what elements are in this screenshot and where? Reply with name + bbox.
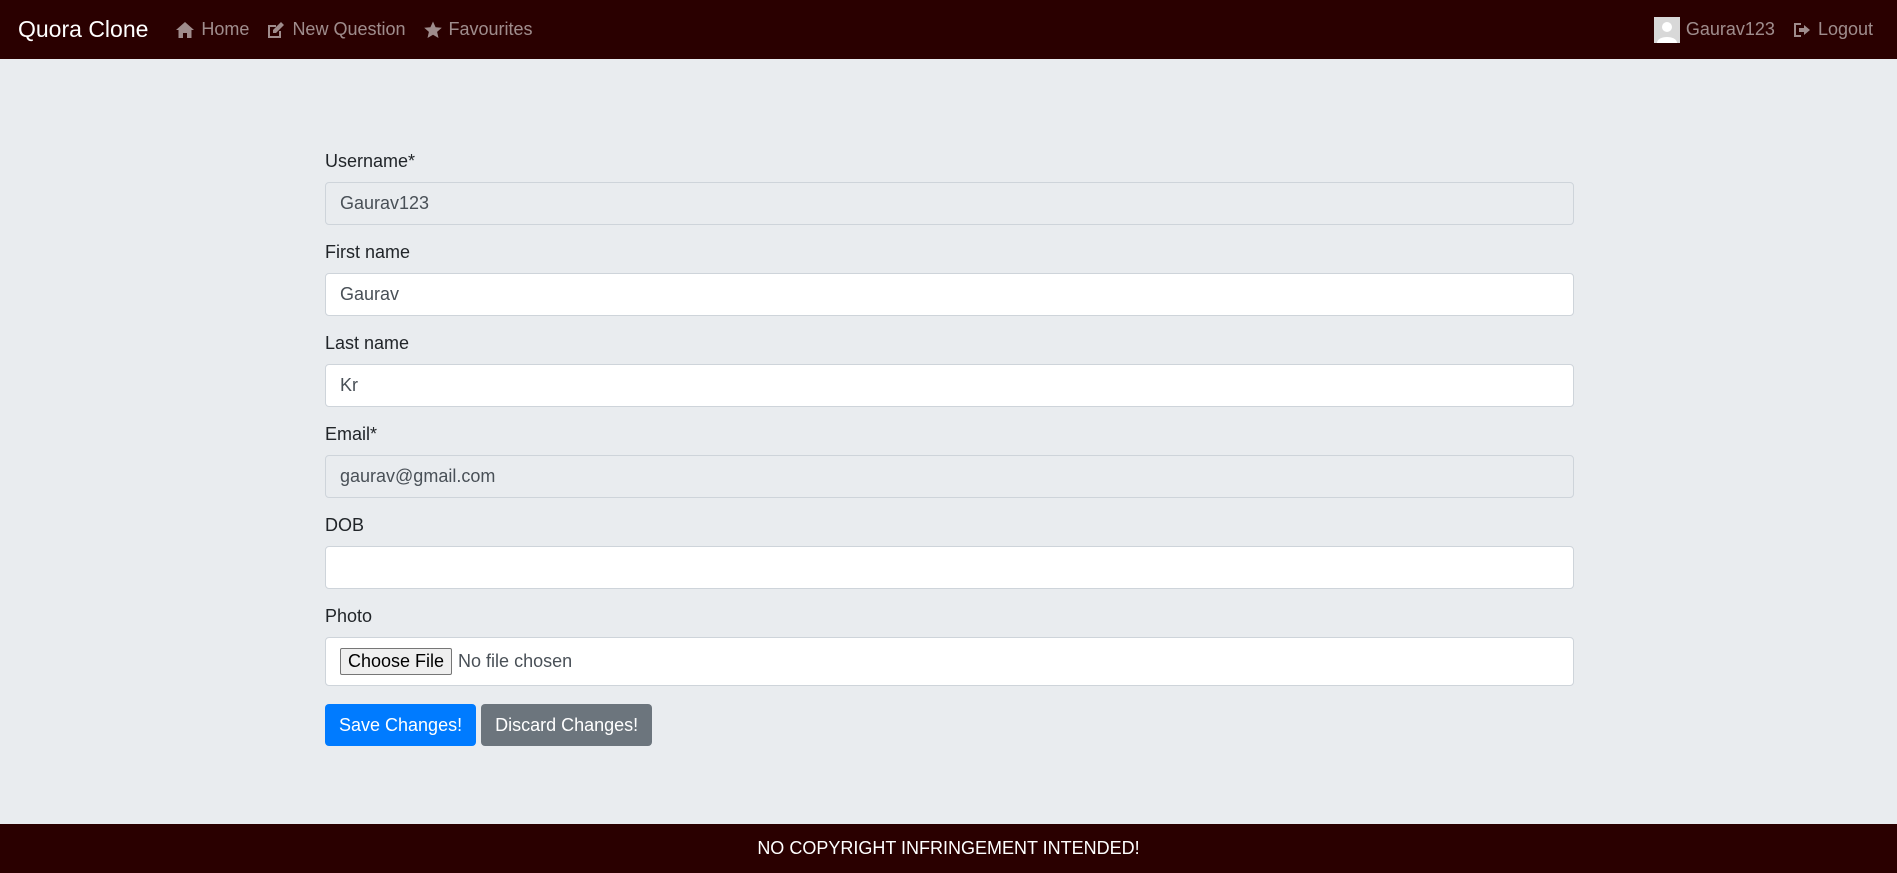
nav-logout-link[interactable]: Logout <box>1792 19 1873 40</box>
sign-out-icon <box>1793 22 1810 37</box>
form-actions: Save Changes! Discard Changes! <box>325 704 1574 746</box>
last-name-label: Last name <box>325 333 410 353</box>
first-name-group: First name Gaurav <box>325 241 1574 316</box>
nav-username-label: Gaurav123 <box>1685 19 1775 39</box>
page-footer: NO COPYRIGHT INFRINGEMENT INTENDED! <box>0 824 1897 873</box>
username-value: Gaurav123 <box>340 193 430 213</box>
nav-new-question-label: New Question <box>292 19 406 39</box>
email-label: Email* <box>325 424 378 444</box>
choose-file-button[interactable]: Choose File <box>340 648 453 675</box>
nav-new-question-link[interactable]: New Question <box>266 19 406 40</box>
save-changes-button[interactable]: Save Changes! <box>325 704 477 746</box>
email-field: gaurav@gmail.com <box>325 455 1574 498</box>
edit-icon <box>268 21 285 38</box>
nav-user-area: Gaurav123 Logout <box>1653 16 1879 43</box>
last-name-group: Last name Kr <box>325 332 1574 407</box>
last-name-field[interactable]: Kr <box>325 364 1574 407</box>
footer-text: NO COPYRIGHT INFRINGEMENT INTENDED! <box>757 838 1140 858</box>
nav-favourites-label: Favourites <box>448 19 533 39</box>
photo-group: Photo Choose File No file chosen <box>325 605 1574 686</box>
first-name-value: Gaurav <box>340 284 400 304</box>
first-name-field[interactable]: Gaurav <box>325 273 1574 316</box>
profile-form: Username* Gaurav123 First name Gaurav La… <box>325 150 1574 746</box>
nav-links: Home New Question Favourites <box>175 19 549 40</box>
username-group: Username* Gaurav123 <box>325 150 1574 225</box>
username-field: Gaurav123 <box>325 182 1574 225</box>
last-name-value: Kr <box>340 375 358 395</box>
avatar <box>1653 16 1680 43</box>
home-icon <box>176 21 195 38</box>
dob-label: DOB <box>325 515 365 535</box>
photo-label: Photo <box>325 606 373 626</box>
discard-changes-button[interactable]: Discard Changes! <box>481 704 653 746</box>
star-icon <box>423 21 442 38</box>
nav-logout-label: Logout <box>1817 19 1873 39</box>
brand-logo[interactable]: Quora Clone <box>18 16 148 43</box>
nav-profile-link[interactable]: Gaurav123 <box>1653 16 1775 43</box>
email-group: Email* gaurav@gmail.com <box>325 423 1574 498</box>
username-label: Username* <box>325 151 416 171</box>
dob-field[interactable] <box>325 546 1574 589</box>
dob-group: DOB <box>325 514 1574 589</box>
top-navbar: Quora Clone Home New Question Favourites… <box>0 0 1897 59</box>
nav-home-label: Home <box>201 19 250 39</box>
file-status-text: No file chosen <box>458 651 573 671</box>
email-value: gaurav@gmail.com <box>340 466 496 486</box>
nav-favourites-link[interactable]: Favourites <box>423 19 533 40</box>
nav-home-link[interactable]: Home <box>175 19 249 40</box>
first-name-label: First name <box>325 242 411 262</box>
photo-file-input[interactable]: Choose File No file chosen <box>325 637 1574 686</box>
